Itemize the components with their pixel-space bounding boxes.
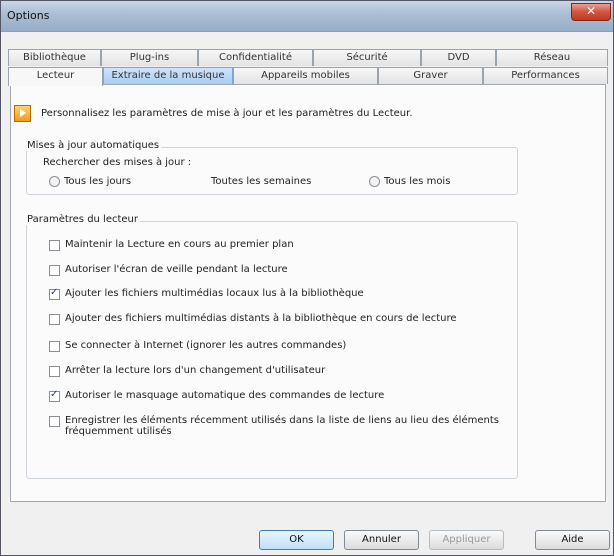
checkbox-row[interactable]: Autoriser le masquage automatique des co… — [49, 389, 509, 402]
checkbox-row[interactable]: Autoriser l'écran de veille pendant la l… — [49, 264, 509, 276]
radio-weekly[interactable]: Toutes les semaines — [211, 176, 311, 187]
checkbox[interactable] — [49, 416, 60, 427]
close-button[interactable]: ✕ — [571, 3, 611, 21]
checkbox-row[interactable]: Arrêter la lecture lors d'un changement … — [49, 365, 509, 377]
checkbox-label: Arrêter la lecture lors d'un changement … — [65, 365, 326, 376]
checkbox-checked[interactable] — [49, 287, 60, 300]
checkbox-label: Enregistrer les éléments récemment utili… — [65, 415, 499, 437]
tab-bibliotheque[interactable]: Bibliothèque — [8, 49, 101, 66]
checkbox-label: Maintenir la Lecture en cours au premier… — [65, 239, 294, 250]
tab-row-top: Bibliothèque Plug-ins Confidentialité Sé… — [8, 49, 608, 67]
tab-reseau[interactable]: Réseau — [496, 49, 608, 66]
radio-button[interactable] — [369, 176, 380, 187]
updates-sub-label: Rechercher des mises à jour : — [43, 157, 192, 168]
checkbox-row[interactable]: Ajouter les fichiers multimédias locaux … — [49, 287, 509, 300]
panel-description: Personnalisez les paramètres de mise à j… — [41, 108, 413, 119]
checkbox-label: Autoriser le masquage automatique des co… — [65, 390, 385, 401]
updates-group-label: Mises à jour automatiques — [25, 140, 162, 151]
cancel-button[interactable]: Annuler — [344, 530, 419, 550]
tab-plugins[interactable]: Plug-ins — [101, 49, 198, 66]
options-dialog: Options ✕ Bibliothèque Plug-ins Confiden… — [0, 0, 614, 556]
tab-performances[interactable]: Performances — [483, 67, 608, 84]
tab-lecteur[interactable]: Lecteur — [8, 67, 103, 86]
checkbox[interactable] — [49, 366, 60, 377]
tab-appareils-mobiles[interactable]: Appareils mobiles — [233, 67, 378, 84]
help-button[interactable]: Aide — [535, 530, 610, 550]
player-icon — [14, 105, 31, 122]
tab-securite[interactable]: Sécurité — [313, 49, 421, 66]
checkbox[interactable] — [49, 240, 60, 251]
updates-group — [26, 147, 518, 195]
checkbox-row[interactable]: Enregistrer les éléments récemment utili… — [49, 415, 509, 437]
window-title: Options — [7, 9, 50, 22]
apply-button[interactable]: Appliquer — [429, 530, 504, 550]
tab-extraire-musique[interactable]: Extraire de la musique — [103, 67, 233, 84]
checkbox-row[interactable]: Maintenir la Lecture en cours au premier… — [49, 239, 509, 251]
checkbox[interactable] — [49, 265, 60, 276]
close-icon: ✕ — [585, 4, 597, 18]
radio-button[interactable] — [49, 176, 60, 187]
checkbox-row[interactable]: Se connecter à Internet (ignorer les aut… — [49, 340, 509, 352]
checkbox-label: Ajouter les fichiers multimédias locaux … — [65, 288, 364, 299]
radio-daily[interactable]: Tous les jours — [49, 176, 131, 187]
checkbox-label: Se connecter à Internet (ignorer les aut… — [65, 340, 347, 351]
radio-weekly-label: Toutes les semaines — [211, 176, 312, 187]
radio-monthly-label: Tous les mois — [384, 176, 451, 187]
checkbox-label: Autoriser l'écran de veille pendant la l… — [65, 264, 288, 275]
title-bar[interactable]: Options ✕ — [1, 1, 613, 32]
checkbox-row[interactable]: Ajouter des fichiers multimédias distant… — [49, 313, 509, 325]
tab-confidentialite[interactable]: Confidentialité — [198, 49, 313, 66]
checkbox[interactable] — [49, 341, 60, 352]
checkbox-checked[interactable] — [49, 389, 60, 402]
tab-graver[interactable]: Graver — [378, 67, 483, 84]
radio-daily-label: Tous les jours — [64, 176, 132, 187]
radio-monthly[interactable]: Tous les mois — [369, 176, 450, 187]
player-settings-group-label: Paramètres du lecteur — [25, 214, 141, 225]
ok-button[interactable]: OK — [259, 530, 334, 550]
checkbox-label: Ajouter des fichiers multimédias distant… — [65, 313, 457, 324]
tab-row-bottom: Lecteur Extraire de la musique Appareils… — [8, 67, 608, 86]
tab-dvd[interactable]: DVD — [421, 49, 496, 66]
checkbox[interactable] — [49, 314, 60, 325]
